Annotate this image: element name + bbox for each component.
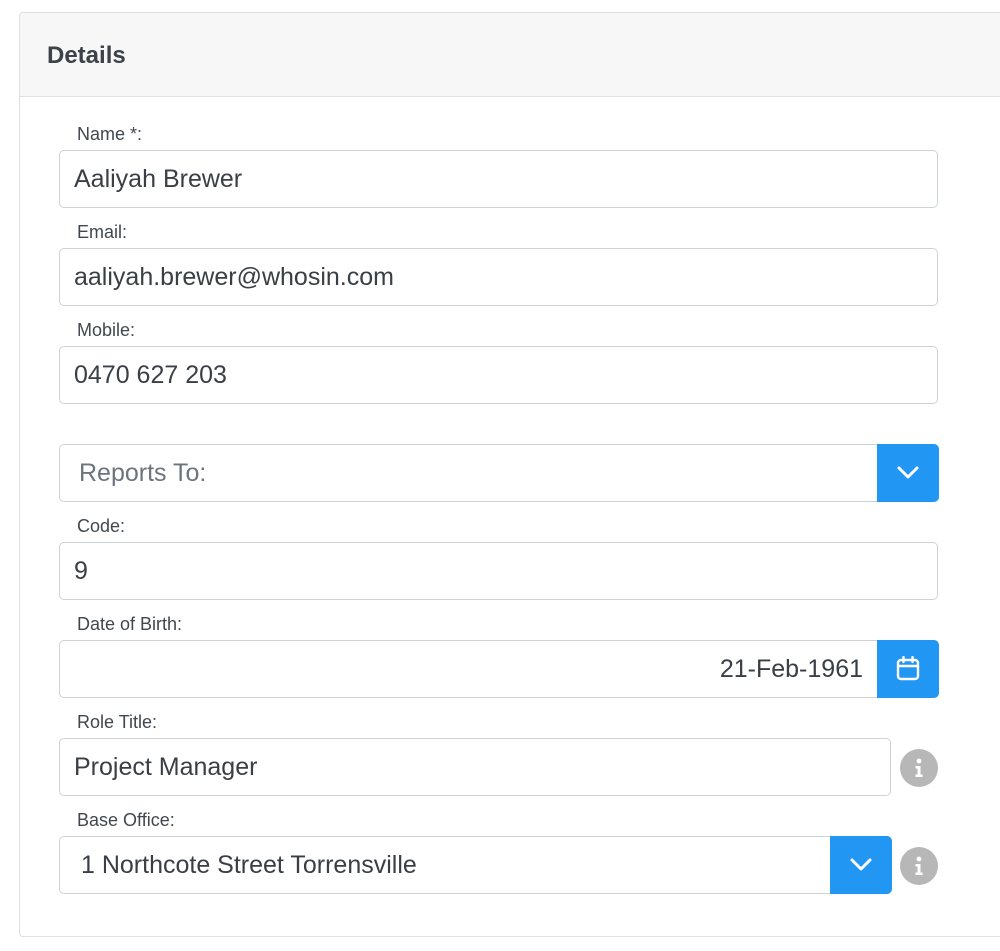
calendar-icon <box>896 656 920 681</box>
mobile-input[interactable]: 0470 627 203 <box>59 346 938 404</box>
reports-to-dropdown-button[interactable] <box>877 444 939 502</box>
role-title-input[interactable]: Project Manager <box>59 738 891 796</box>
mobile-label: Mobile: <box>77 320 136 340</box>
dob-label: Date of Birth: <box>77 614 183 634</box>
chevron-down-icon <box>850 858 872 871</box>
role-title-info-icon[interactable] <box>900 749 938 787</box>
base-office-info-icon[interactable] <box>900 847 938 885</box>
code-label: Code: <box>77 516 126 536</box>
name-label: Name *: <box>77 124 143 144</box>
dob-calendar-button[interactable] <box>877 640 939 698</box>
info-glyph-icon <box>915 758 923 777</box>
base-office-select[interactable]: 1 Northcote Street Torrensville <box>59 836 830 894</box>
email-label: Email: <box>77 222 128 242</box>
base-office-label: Base Office: <box>77 810 175 830</box>
info-glyph-icon <box>915 856 923 875</box>
base-office-dropdown-button[interactable] <box>830 836 892 894</box>
card-header: Details <box>20 13 1000 97</box>
role-title-label: Role Title: <box>77 712 158 732</box>
chevron-down-icon <box>897 466 919 479</box>
card-title: Details <box>47 42 126 69</box>
code-input[interactable]: 9 <box>59 542 938 600</box>
email-input[interactable]: aaliyah.brewer@whosin.com <box>59 248 938 306</box>
reports-to-select[interactable]: Reports To: <box>59 444 877 502</box>
dob-input[interactable]: 21-Feb-1961 <box>59 640 877 698</box>
name-input[interactable]: Aaliyah Brewer <box>59 150 938 208</box>
